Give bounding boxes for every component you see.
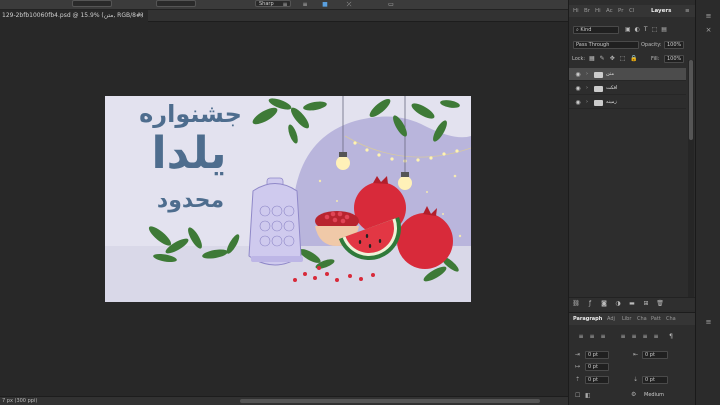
collapsed-panel-strip: ≡ × ≡ (695, 0, 720, 405)
tab-history[interactable]: Hi (573, 5, 579, 17)
indent-left-icon: ⇥ (575, 351, 581, 358)
eye-icon[interactable]: ◉ (574, 96, 582, 109)
status-bar: 7 px (300 ppi) (0, 396, 568, 405)
options-field[interactable] (156, 0, 196, 7)
filter-icons[interactable]: ▣◐T⬚▤ (625, 26, 671, 33)
indent-first-icon: ↦ (575, 363, 581, 370)
justify-left-icon[interactable]: ≡ (619, 333, 627, 341)
horizontal-scrollbar[interactable] (240, 399, 540, 403)
tab-brushes[interactable]: Br (584, 5, 590, 17)
hyphenation-select[interactable]: Medium (642, 392, 670, 400)
headline-line1: جشنواره (139, 100, 242, 128)
tab-histogram[interactable]: Hi (595, 5, 601, 17)
layers-scrollbar[interactable] (688, 60, 694, 300)
indent-right-input[interactable]: 0 pt (642, 351, 668, 359)
artwork-canvas[interactable]: جشنواره یلدا محدود (105, 96, 471, 302)
justify-all-icon[interactable]: ≡ (652, 333, 660, 341)
layer-name: متن (606, 71, 614, 77)
justify-center-icon[interactable]: ≡ (630, 333, 638, 341)
blend-mode-select[interactable]: Pass Through (573, 41, 639, 49)
status-text: 7 px (300 ppi) (2, 398, 38, 404)
space-before-input[interactable]: 0 pt (585, 376, 609, 384)
eye-icon[interactable]: ◉ (574, 68, 582, 81)
tab-layers[interactable]: Layers (651, 5, 671, 17)
align-center-icon[interactable]: ≡ (588, 333, 596, 341)
panel-tabs: Hi Br Hi Ac Pr Cl Layers ≡ (569, 5, 696, 17)
close-icon[interactable]: × (704, 26, 713, 34)
layer-name: زمینه (606, 99, 617, 105)
indent-right-icon: ⇤ (633, 351, 639, 358)
layers-panel-group: Hi Br Hi Ac Pr Cl Layers ≡ ⌕ Kind ▣◐T⬚▤ … (568, 0, 696, 405)
chevron-right-icon[interactable]: › (586, 82, 588, 95)
headline-line2: یلدا (151, 128, 227, 179)
align-right-icon[interactable]: ≡ (599, 333, 607, 341)
indent-left-input[interactable]: 0 pt (585, 351, 609, 359)
layer-row[interactable]: ◉ › زمینه (569, 96, 686, 109)
folder-icon (594, 100, 603, 106)
justify-right-icon[interactable]: ≡ (641, 333, 649, 341)
adjustment-icon[interactable]: ◑ (614, 300, 622, 308)
tab-adjustments[interactable]: Adj (607, 313, 615, 325)
opacity-input[interactable]: 100% (664, 41, 684, 49)
hyphenate-icon[interactable]: ☐ (575, 392, 580, 399)
tab-libraries[interactable]: Libr (622, 313, 631, 325)
document-tab[interactable]: 129-2bfb10060fb4.psd @ 15.9% (متن, RGB/8… (0, 10, 148, 22)
tab-paragraph[interactable]: Paragraph (573, 313, 602, 325)
rtl-icon[interactable]: ¶ (667, 333, 675, 341)
lock-icons[interactable]: ▦✎✥⬚🔒 (589, 55, 643, 62)
fill-label: Fill: (651, 56, 660, 62)
options-field[interactable] (72, 0, 112, 7)
lock-label: Lock: (572, 56, 586, 62)
group-icon[interactable]: ▬ (628, 300, 636, 308)
close-tab-icon[interactable]: × (139, 10, 144, 22)
align-left-icon[interactable]: ≡ (577, 333, 585, 341)
warp-text-icon[interactable]: ⤫ (344, 1, 354, 8)
space-before-icon: ⇡ (575, 376, 581, 383)
opacity-label: Opacity: (641, 42, 662, 48)
tab-actions[interactable]: Ac (606, 5, 613, 17)
document-tab-bar: 129-2bfb10060fb4.psd @ 15.9% (متن, RGB/8… (0, 10, 568, 22)
spacing-icon: ⚙ (631, 391, 637, 398)
new-layer-icon[interactable]: ⊞ (642, 300, 650, 308)
folder-icon (594, 86, 603, 92)
chevron-right-icon[interactable]: › (586, 68, 588, 81)
tab-character[interactable]: Cha (637, 313, 647, 325)
chevron-right-icon[interactable]: › (586, 96, 588, 109)
tab-character-styles[interactable]: Cha (666, 313, 676, 325)
tab-properties[interactable]: Pr (618, 5, 623, 17)
layer-name: افکت (606, 85, 618, 91)
layers-bottom-toolbar: ⛓ ƒ ◙ ◑ ▬ ⊞ 🗑 (569, 297, 696, 310)
kind-label: Kind (580, 27, 592, 33)
document-tab-title: 129-2bfb10060fb4.psd @ 15.9% (متن, RGB/8… (2, 12, 144, 19)
tab-patterns[interactable]: Patt (651, 313, 661, 325)
headline-line3: محدود (156, 188, 225, 213)
fill-input[interactable]: 100% (664, 55, 684, 63)
eye-icon[interactable]: ◉ (574, 82, 582, 95)
align-left-icon[interactable]: ≡ (280, 1, 290, 8)
tab-clone[interactable]: Cl (629, 5, 634, 17)
panel-menu-icon[interactable]: ≡ (704, 12, 713, 20)
delete-icon[interactable]: 🗑 (656, 300, 664, 308)
text-color-icon[interactable]: ■ (320, 1, 330, 8)
kind-filter[interactable]: ⌕ Kind (573, 26, 619, 34)
panel-menu-icon[interactable]: ≡ (685, 5, 690, 17)
layer-row[interactable]: ◉ › متن (569, 68, 686, 81)
composer-icon[interactable]: ◧ (585, 392, 591, 399)
panels-icon[interactable]: ▭ (386, 1, 396, 8)
panel-menu-icon[interactable]: ≡ (704, 318, 713, 326)
space-after-icon: ⇣ (633, 376, 639, 383)
folder-icon (594, 72, 603, 78)
paragraph-tabs: Paragraph Adj Libr Cha Patt Cha (569, 313, 696, 325)
link-icon[interactable]: ⛓ (572, 300, 580, 308)
align-center-icon[interactable]: ≡ (300, 1, 310, 8)
indent-first-input[interactable]: 0 pt (585, 363, 609, 371)
mask-icon[interactable]: ◙ (600, 300, 608, 308)
space-after-input[interactable]: 0 pt (642, 376, 668, 384)
fx-icon[interactable]: ƒ (586, 300, 594, 308)
paragraph-panel: Paragraph Adj Libr Cha Patt Cha ≡ ≡ ≡ ≡ … (569, 312, 696, 405)
layer-row[interactable]: ◉ › افکت (569, 82, 686, 95)
